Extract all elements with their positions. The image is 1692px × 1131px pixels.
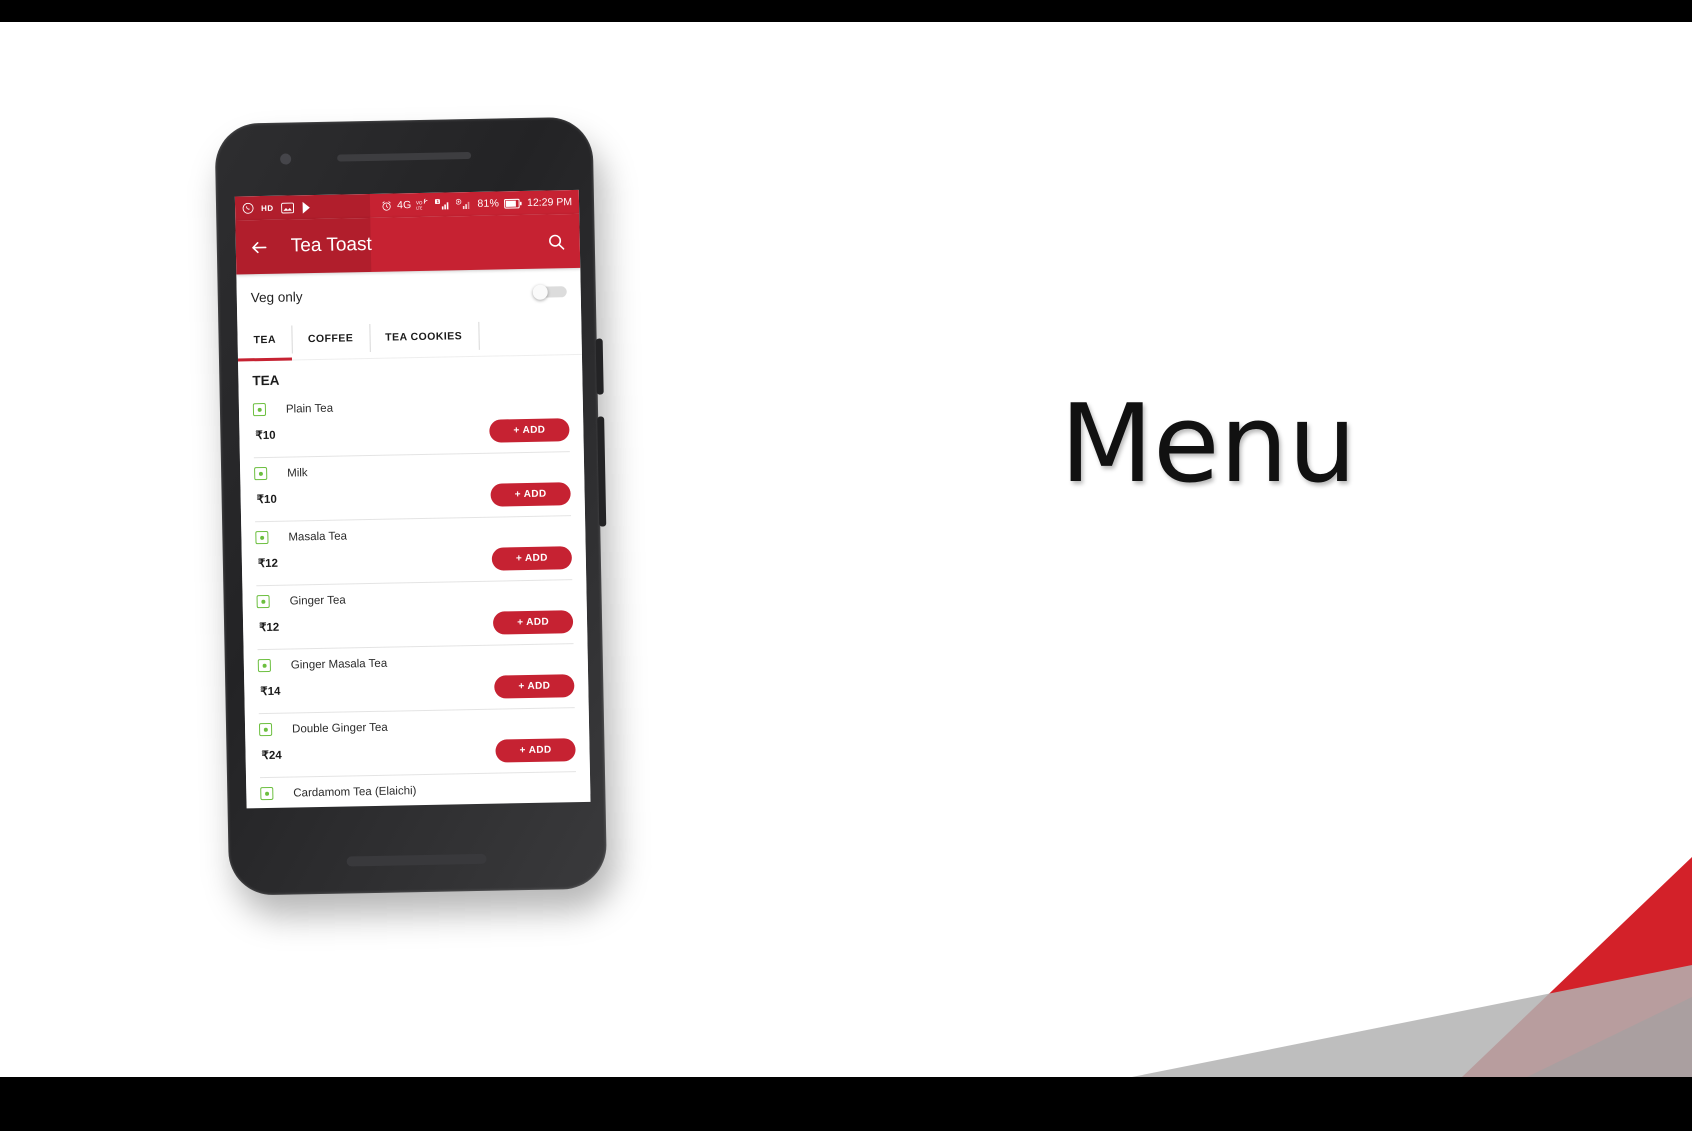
signal-bars-icon	[456, 198, 472, 210]
item-price: ₹12	[259, 621, 280, 635]
list-item-footer: ₹12 + ADD	[256, 602, 574, 651]
veg-indicator-icon	[258, 722, 273, 737]
clock-label: 12:29 PM	[526, 196, 573, 209]
list-item-footer: ₹12 + ADD	[255, 538, 573, 587]
tab-coffee[interactable]: COFFEE	[292, 318, 370, 359]
item-price: ₹14	[260, 685, 281, 699]
volume-button[interactable]	[595, 338, 604, 395]
volte-icon: VO LTE	[416, 198, 430, 211]
add-button[interactable]: + ADD	[494, 673, 575, 699]
app-bar-title: Tea Toast	[290, 233, 372, 257]
list-item[interactable]: Plain Tea ₹10 + ADD	[239, 388, 584, 459]
item-name: Plain Tea	[285, 402, 334, 416]
tab-overflow-edge[interactable]	[478, 315, 505, 355]
veg-only-label: Veg only	[250, 288, 303, 305]
earpiece-speaker	[337, 151, 472, 162]
add-button[interactable]: + ADD	[489, 417, 570, 443]
list-item[interactable]: Ginger Tea ₹12 + ADD	[242, 580, 587, 651]
item-name: Ginger Masala Tea	[290, 657, 388, 672]
svg-text:LTE: LTE	[416, 205, 423, 210]
item-name: Masala Tea	[288, 529, 348, 544]
status-bar-left: HD	[242, 201, 312, 215]
item-price: ₹10	[256, 493, 277, 507]
add-button[interactable]: + ADD	[495, 737, 576, 763]
veg-indicator-icon	[254, 466, 268, 481]
tab-tea[interactable]: TEA	[237, 319, 292, 360]
phone-mockup: HD 4G VO LTE 1 81% 12:29 PM Tea Toast Ve…	[214, 116, 629, 918]
veg-indicator-icon	[257, 658, 271, 673]
alarm-icon	[381, 200, 392, 211]
list-item[interactable]: Masala Tea ₹12 + ADD	[241, 516, 586, 587]
tab-label: TEA	[253, 333, 277, 347]
list-item-footer: ₹24 + ADD	[259, 730, 576, 779]
list-item-footer: ₹14 + ADD	[257, 666, 575, 715]
list-item-header: Cardamom Tea (Elaichi)	[260, 772, 576, 801]
veg-indicator-icon	[255, 530, 269, 545]
category-tabs[interactable]: TEA COFFEE TEA COOKIES	[237, 313, 582, 362]
tab-label: COFFEE	[307, 332, 354, 346]
home-indicator	[346, 853, 487, 867]
hd-icon: HD	[260, 203, 274, 213]
phone-screen: HD 4G VO LTE 1 81% 12:29 PM Tea Toast Ve…	[234, 189, 591, 809]
app-bar-spacer	[372, 242, 547, 245]
battery-icon	[504, 198, 522, 209]
veg-only-row[interactable]: Veg only	[236, 267, 582, 321]
item-price: ₹12	[257, 557, 279, 571]
list-item[interactable]: Milk ₹10 + ADD	[240, 452, 585, 523]
item-name: Double Ginger Tea	[291, 721, 388, 736]
list-item[interactable]: Ginger Masala Tea ₹14 + ADD	[244, 644, 589, 715]
item-name: Cardamom Tea (Elaichi)	[293, 784, 417, 800]
add-button[interactable]: + ADD	[492, 609, 574, 635]
veg-only-toggle[interactable]	[532, 284, 567, 300]
search-icon[interactable]	[547, 232, 566, 251]
network-type-label: 4G	[396, 199, 412, 212]
tab-label: TEA COOKIES	[385, 330, 463, 344]
play-store-icon	[301, 201, 312, 214]
corner-decoration	[1132, 857, 1692, 1077]
battery-percent-label: 81%	[477, 197, 500, 210]
menu-list: TEA Plain Tea ₹10 + ADD Milk ₹10 + ADD M…	[238, 354, 591, 801]
list-item-footer: ₹10 + ADD	[253, 410, 570, 459]
back-arrow-icon[interactable]	[250, 237, 269, 256]
photos-icon	[280, 202, 294, 213]
item-name: Milk	[287, 466, 308, 480]
page-title: Menu	[1060, 382, 1357, 507]
veg-indicator-icon	[256, 594, 270, 609]
sim-alert-icon: 1	[435, 198, 451, 210]
slide-canvas: Menu HD 4G VO LTE 1 81% 12:29 PM Tea Toa…	[0, 22, 1692, 1077]
item-price: ₹10	[255, 429, 276, 443]
app-bar: Tea Toast	[235, 213, 581, 275]
svg-text:1: 1	[437, 199, 440, 204]
add-button[interactable]: + ADD	[491, 545, 573, 571]
whatsapp-icon	[242, 202, 254, 214]
list-item[interactable]: Double Ginger Tea ₹24 + ADD	[245, 708, 590, 779]
front-camera	[280, 153, 292, 165]
phone-body: HD 4G VO LTE 1 81% 12:29 PM Tea Toast Ve…	[214, 116, 608, 896]
letterbox-bottom	[0, 1077, 1692, 1131]
item-price: ₹24	[261, 749, 282, 763]
tab-tea-cookies[interactable]: TEA COOKIES	[369, 316, 479, 358]
veg-indicator-icon	[252, 402, 267, 417]
add-button[interactable]: + ADD	[490, 481, 571, 507]
list-item-footer: ₹10 + ADD	[254, 474, 572, 523]
letterbox-top	[0, 0, 1692, 22]
item-name: Ginger Tea	[289, 593, 346, 608]
status-bar-right: 4G VO LTE 1 81% 12:29 PM	[381, 196, 572, 212]
veg-indicator-icon	[260, 786, 274, 801]
